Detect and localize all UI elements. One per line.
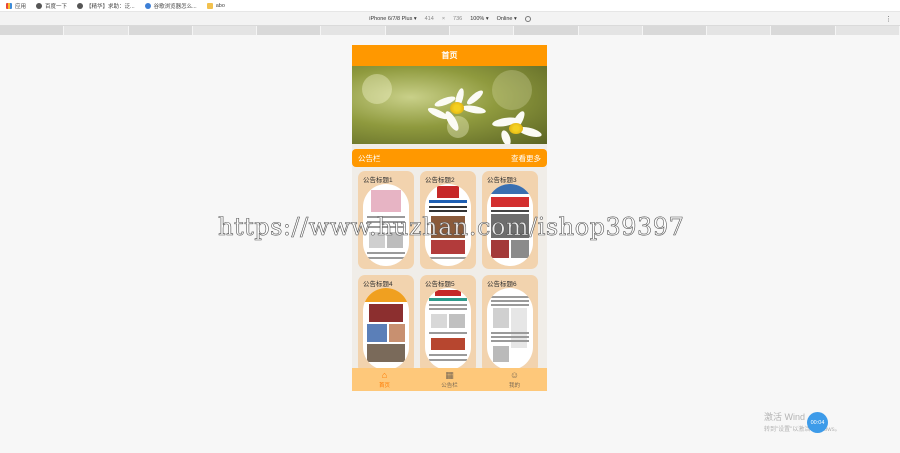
- apps-icon: [6, 2, 12, 9]
- media-query-ruler[interactable]: [0, 26, 900, 35]
- notice-icon: ▦: [445, 369, 454, 380]
- page-title: 首页: [352, 45, 547, 66]
- clock-badge: 00:04: [807, 412, 828, 433]
- notice-card-title: 公告标题3: [487, 177, 517, 184]
- notice-thumbnail: [363, 288, 409, 370]
- bookmark-apps[interactable]: 应用: [6, 2, 26, 10]
- times-sign: ×: [441, 15, 446, 22]
- device-select[interactable]: iPhone 6/7/8 Plus ▾: [369, 16, 416, 22]
- watermark-text: https://www.huzhan.com/ishop39397: [218, 213, 685, 242]
- bottom-tab-bar: ⌂ 首页 ▦ 公告栏 ☺ 我的: [352, 368, 547, 391]
- notice-card-title: 公告标题4: [363, 281, 393, 288]
- notice-bar: 公告栏 查看更多: [352, 149, 547, 167]
- more-menu-icon[interactable]: ⋮: [885, 15, 892, 23]
- notice-bar-title: 公告栏: [358, 153, 381, 163]
- notice-card-6[interactable]: 公告标题6: [482, 275, 538, 373]
- bookmark-baidu[interactable]: 百度一下: [36, 2, 67, 10]
- home-icon: ⌂: [381, 369, 388, 380]
- zoom-select[interactable]: 100% ▾: [470, 16, 488, 22]
- flower-icon: [144, 2, 151, 9]
- notice-card-4[interactable]: 公告标题4: [358, 275, 414, 373]
- user-icon: ☺: [509, 369, 520, 380]
- notice-thumbnail: [487, 288, 533, 370]
- bookmark-abo[interactable]: abo: [206, 2, 225, 9]
- rotate-icon[interactable]: [524, 15, 531, 22]
- globe-icon: [36, 2, 43, 9]
- tab-home[interactable]: ⌂ 首页: [352, 368, 417, 391]
- notice-card-title: 公告标题5: [425, 281, 455, 288]
- network-select[interactable]: Online ▾: [497, 16, 517, 22]
- notice-card-title: 公告标题1: [363, 177, 393, 184]
- bookmark-forum[interactable]: 【精华】求助：泛...: [77, 2, 135, 10]
- height-input[interactable]: 736: [453, 16, 462, 22]
- device-toolbar: iPhone 6/7/8 Plus ▾ 414 × 736 100% ▾ Onl…: [0, 12, 900, 26]
- bookmarks-bar: 应用 百度一下 【精华】求助：泛... 谷歌浏览器怎么... abo: [0, 0, 900, 12]
- notice-grid: 公告标题1 公告标题2 公告标题3 公告标题4 公告标题5 公告标题6: [352, 167, 547, 373]
- view-more-link[interactable]: 查看更多: [511, 153, 541, 164]
- notice-card-title: 公告标题6: [487, 281, 517, 288]
- tab-profile[interactable]: ☺ 我的: [482, 368, 547, 391]
- notice-thumbnail: [425, 288, 471, 370]
- banner-image[interactable]: [352, 66, 547, 144]
- globe-icon: [77, 2, 84, 9]
- tab-notice[interactable]: ▦ 公告栏: [417, 368, 482, 391]
- windows-activation-notice: 激活 Wind 转到"设置"以激活Windows。: [764, 412, 841, 433]
- folder-icon: [206, 2, 213, 9]
- bookmark-chrome[interactable]: 谷歌浏览器怎么...: [144, 2, 197, 10]
- notice-card-title: 公告标题2: [425, 177, 455, 184]
- width-input[interactable]: 414: [425, 16, 434, 22]
- notice-card-5[interactable]: 公告标题5: [420, 275, 476, 373]
